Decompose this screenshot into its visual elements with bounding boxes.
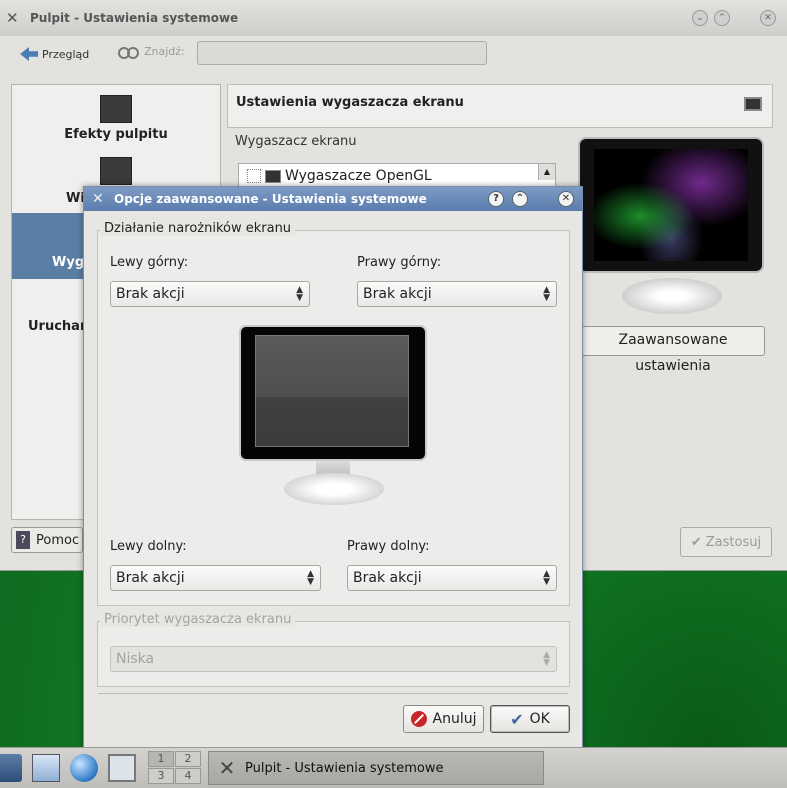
taskbar-task-system-settings[interactable]: ✕ Pulpit - Ustawienia systemowe	[208, 751, 544, 785]
find-input[interactable]	[197, 41, 487, 65]
back-label: Przegląd	[42, 47, 90, 61]
workspace-icon	[100, 157, 132, 185]
bottom-left-value: Brak akcji	[116, 570, 185, 586]
desktop-pager[interactable]: 1 2 3 4	[148, 751, 202, 785]
help-title-button[interactable]: ?	[488, 191, 504, 207]
tree-item-label: Wygaszacze OpenGL	[285, 168, 432, 184]
updown-icon: ▲ ▼	[307, 569, 314, 587]
find-label: Znajdź:	[144, 44, 185, 58]
pager-desktop-3[interactable]: 3	[148, 768, 174, 784]
settings-header: Ustawienia wygaszacza ekranu	[227, 84, 773, 128]
monitor-icon	[744, 97, 762, 111]
top-left-value: Brak akcji	[116, 286, 185, 302]
top-left-select[interactable]: Brak akcji ▲ ▼	[110, 281, 310, 307]
main-titlebar[interactable]: ✕ Pulpit - Ustawienia systemowe ⌄ ⌃ ✕	[0, 0, 787, 36]
pager-desktop-1[interactable]: 1	[148, 751, 174, 767]
binoculars-icon	[118, 44, 139, 59]
page-title: Ustawienia wygaszacza ekranu	[236, 95, 464, 110]
pager-desktop-4[interactable]: 4	[175, 768, 201, 784]
tools-icon: ✕	[6, 9, 19, 27]
apply-button[interactable]: ✔ Zastosuj	[680, 527, 772, 557]
ok-label: OK	[529, 711, 550, 727]
monitor-icon	[265, 169, 281, 183]
advanced-settings-button[interactable]: Zaawansowane ustawienia	[581, 326, 765, 374]
help-label: Pomoc	[36, 532, 80, 548]
screensaver-preview	[578, 137, 764, 273]
cancel-label: Anuluj	[432, 711, 477, 727]
bottom-right-value: Brak akcji	[353, 570, 422, 586]
top-left-label: Lewy górny:	[110, 255, 189, 270]
monitor-screen	[255, 335, 409, 447]
priority-select[interactable]: Niska ▲ ▼	[110, 646, 557, 672]
dialog-titlebar[interactable]: ✕ Opcje zaawansowane - Ustawienia system…	[84, 187, 582, 211]
apply-label: Zastosuj	[705, 534, 762, 550]
monitor-illustration	[239, 325, 427, 461]
bottom-right-select[interactable]: Brak akcji ▲ ▼	[347, 565, 557, 591]
divider	[98, 693, 568, 694]
dialog-title: Opcje zaawansowane - Ustawienia systemow…	[114, 192, 427, 206]
web-browser-icon[interactable]	[70, 754, 98, 782]
main-window-title: Pulpit - Ustawienia systemowe	[30, 11, 239, 25]
updown-icon: ▲ ▼	[543, 569, 550, 587]
minimize-button[interactable]: ⌄	[692, 10, 708, 26]
find-area: Znajdź:	[118, 44, 185, 59]
close-button[interactable]: ✕	[760, 10, 776, 26]
advanced-options-dialog: ✕ Opcje zaawansowane - Ustawienia system…	[83, 186, 583, 748]
screensaver-group-label: Wygaszacz ekranu	[235, 134, 357, 149]
tree-row[interactable]: Wygaszacze OpenGL	[247, 168, 432, 184]
monitor-stand	[284, 473, 384, 505]
scroll-up-arrow[interactable]: ▲	[538, 164, 555, 180]
bottom-right-label: Prawy dolny:	[347, 539, 430, 554]
file-manager-icon[interactable]	[32, 754, 60, 782]
help-button[interactable]: ? Pomoc	[11, 527, 83, 553]
back-overview-button[interactable]: Przegląd	[20, 44, 89, 64]
task-label: Pulpit - Ustawienia systemowe	[245, 760, 444, 776]
maximize-button[interactable]: ⌃	[512, 191, 528, 207]
top-right-value: Brak akcji	[363, 286, 432, 302]
preview-screen	[594, 149, 748, 261]
check-icon: ✔	[690, 534, 702, 550]
maximize-button[interactable]: ⌃	[714, 10, 730, 26]
kickoff-menu-icon[interactable]	[0, 754, 22, 782]
updown-icon: ▲ ▼	[543, 650, 550, 668]
priority-group-label: Priorytet wygaszacza ekranu	[100, 612, 296, 627]
sidebar-item-desktop-effects[interactable]: Efekty pulpitu	[12, 127, 220, 142]
help-icon: ?	[16, 531, 30, 549]
pager-desktop-2[interactable]: 2	[175, 751, 201, 767]
tools-icon: ✕	[218, 756, 236, 780]
top-right-label: Prawy górny:	[357, 255, 442, 270]
corners-group-label: Działanie narożników ekranu	[100, 221, 296, 236]
cancel-button[interactable]: Anuluj	[403, 705, 484, 733]
close-button[interactable]: ✕	[558, 191, 574, 207]
updown-icon: ▲ ▼	[543, 285, 550, 303]
updown-icon: ▲ ▼	[296, 285, 303, 303]
check-icon: ✔	[510, 709, 524, 729]
ok-button[interactable]: ✔ OK	[490, 705, 570, 733]
taskbar: 1 2 3 4 ✕ Pulpit - Ustawienia systemowe	[0, 747, 787, 788]
priority-value: Niska	[116, 651, 155, 667]
bottom-left-select[interactable]: Brak akcji ▲ ▼	[110, 565, 321, 591]
top-right-select[interactable]: Brak akcji ▲ ▼	[357, 281, 557, 307]
bottom-left-label: Lewy dolny:	[110, 539, 187, 554]
show-desktop-icon[interactable]	[108, 754, 136, 782]
cancel-icon	[410, 711, 427, 727]
tree-expander-icon[interactable]	[247, 169, 261, 183]
tools-icon: ✕	[92, 191, 104, 207]
desktop-effects-icon	[100, 95, 132, 123]
preview-stand	[622, 278, 722, 314]
back-arrow-icon	[20, 47, 38, 61]
